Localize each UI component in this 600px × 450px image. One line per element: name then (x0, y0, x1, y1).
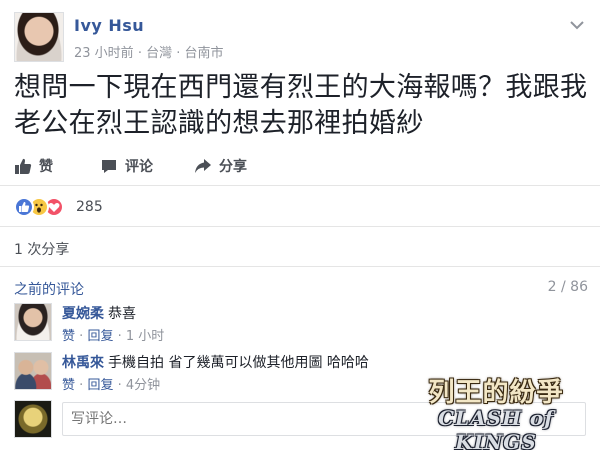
chevron-down-icon[interactable] (568, 18, 586, 32)
meta-dot: · (79, 329, 84, 344)
comment-count: 2 / 86 (547, 279, 588, 295)
comment-icon (102, 160, 116, 173)
commenter-name-row: 夏婉柔 恭喜 (62, 303, 136, 323)
meta-separator: · (137, 46, 142, 61)
post-actions: 赞 评论 分享 (0, 148, 600, 186)
thumbs-up-icon (15, 158, 32, 174)
author-name[interactable]: Ivy Hsu (74, 16, 144, 35)
share-button[interactable]: 分享 (194, 156, 247, 176)
comment-label: 评论 (125, 159, 153, 175)
comment-item: 夏婉柔 恭喜 赞 · 回复 · 1 小时 (14, 303, 586, 347)
comment-like-link[interactable]: 赞 (62, 378, 75, 393)
comment-item: 林禹來 手機自拍 省了幾萬可以做其他用圖 哈哈哈 赞 · 回复 · 4分钟 (14, 352, 586, 396)
post-card: Ivy Hsu 23 小时前 · 台灣 · 台南市 想問一下現在西門還有烈王的大… (0, 0, 600, 450)
share-label: 分享 (219, 159, 247, 175)
commenter-name[interactable]: 林禹來 (62, 355, 104, 371)
share-icon (195, 159, 211, 173)
commenter-name[interactable]: 夏婉柔 (62, 306, 104, 322)
post-time[interactable]: 23 小时前 (74, 42, 134, 61)
comment-input[interactable] (62, 402, 586, 436)
meta-dot: · (117, 329, 122, 344)
author-avatar[interactable] (14, 12, 64, 62)
post-location-city[interactable]: 台南市 (185, 42, 224, 61)
shares-bar: 1 次分享 (0, 227, 600, 267)
share-count[interactable]: 1 次分享 (14, 239, 69, 259)
write-comment-row (14, 400, 586, 440)
meta-separator: · (176, 46, 181, 61)
previous-comments-link[interactable]: 之前的评论 (14, 279, 84, 299)
reaction-count[interactable]: 285 (76, 199, 103, 215)
commenter-avatar[interactable] (14, 352, 52, 390)
meta-dot: · (117, 378, 122, 393)
comment-like-link[interactable]: 赞 (62, 329, 75, 344)
meta-dot: · (79, 378, 84, 393)
comment-text: 恭喜 (108, 306, 136, 322)
comment-time[interactable]: 4分钟 (126, 378, 160, 393)
post-meta: 23 小时前 · 台灣 · 台南市 (74, 42, 224, 61)
comment-reply-link[interactable]: 回复 (87, 378, 113, 393)
current-user-avatar (14, 400, 52, 438)
comment-button[interactable]: 评论 (100, 156, 153, 176)
comment-text: 手機自拍 省了幾萬可以做其他用圖 哈哈哈 (108, 355, 369, 371)
like-button[interactable]: 赞 (14, 156, 53, 176)
commenter-name-row: 林禹來 手機自拍 省了幾萬可以做其他用圖 哈哈哈 (62, 352, 369, 372)
like-label: 赞 (39, 159, 53, 175)
comment-time[interactable]: 1 小时 (126, 329, 164, 344)
comment-meta: 赞 · 回复 · 1 小时 (62, 325, 164, 344)
post-text: 想問一下現在西門還有烈王的大海報嗎？我跟我老公在烈王認識的想去那裡拍婚紗 (14, 72, 588, 139)
like-icon (14, 197, 34, 217)
comment-reply-link[interactable]: 回复 (87, 329, 113, 344)
reaction-icons[interactable] (14, 197, 76, 219)
post-header: Ivy Hsu 23 小时前 · 台灣 · 台南市 (14, 12, 586, 64)
reactions-bar[interactable]: 285 (0, 187, 600, 227)
commenter-avatar[interactable] (14, 303, 52, 341)
post-location-country[interactable]: 台灣 (146, 42, 172, 61)
comment-meta: 赞 · 回复 · 4分钟 (62, 374, 160, 393)
